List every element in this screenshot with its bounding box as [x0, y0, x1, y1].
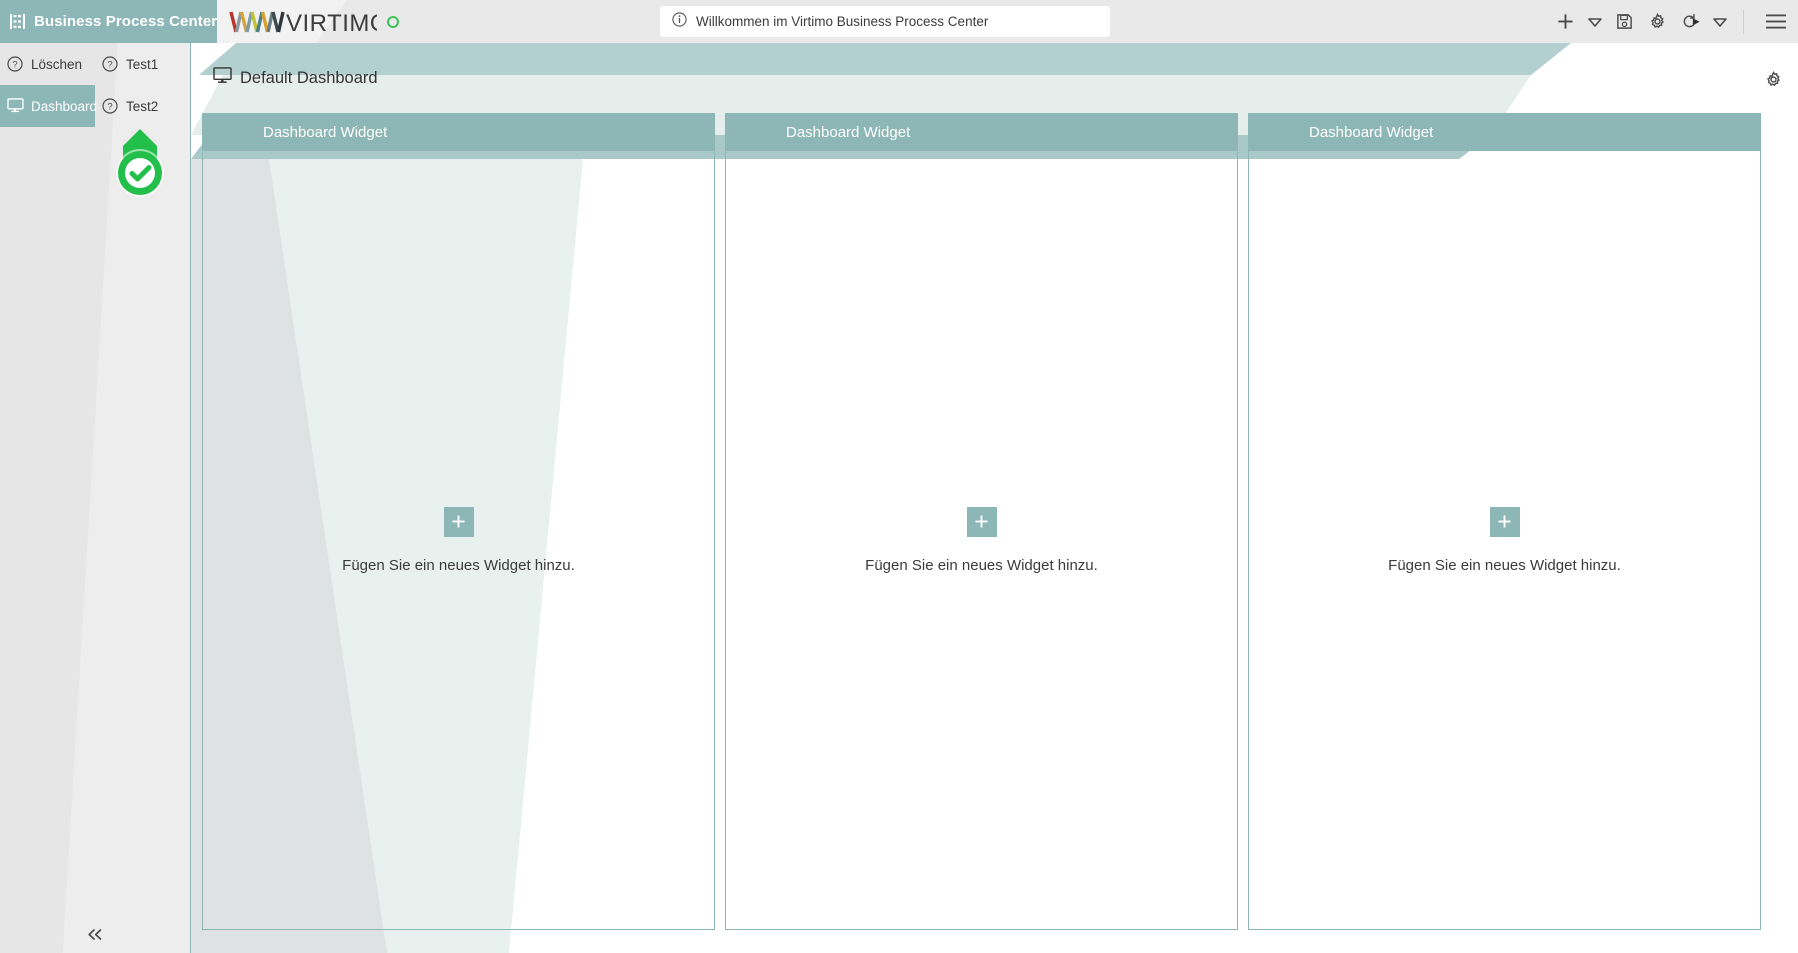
sidebar-collapse-button[interactable]	[0, 915, 190, 953]
dashboard-widget-panel: Dashboard Widget Fügen Sie ein neues Wid…	[1248, 113, 1761, 930]
sidebar-item-loeschen[interactable]: ? Löschen	[0, 43, 95, 85]
sidebar-nav-row: ? Löschen ? Test1	[0, 43, 190, 85]
plus-icon[interactable]	[1549, 0, 1582, 43]
sidebar-item-label: Test1	[126, 57, 158, 72]
add-widget-button[interactable]	[1490, 507, 1520, 537]
widget-header[interactable]: Dashboard Widget	[203, 113, 714, 151]
add-widget-hint: Fügen Sie ein neues Widget hinzu.	[865, 557, 1098, 574]
add-widget-button[interactable]	[444, 507, 474, 537]
plus-icon	[975, 515, 988, 528]
top-bar-right-area: VIRTIMO Willkommen im Virtimo Business P…	[217, 0, 1798, 43]
gear-icon	[1765, 71, 1782, 88]
plus-icon	[1498, 515, 1511, 528]
grid-icon	[10, 14, 25, 29]
dashboard-widget-panel: Dashboard Widget Fügen Sie ein neues Wid…	[725, 113, 1238, 930]
widget-title: Dashboard Widget	[263, 124, 387, 141]
svg-text:?: ?	[107, 102, 112, 113]
add-widget-hint: Fügen Sie ein neues Widget hinzu.	[1388, 557, 1621, 574]
sidebar-item-label: Dashboard	[31, 99, 97, 114]
welcome-info-box[interactable]: Willkommen im Virtimo Business Process C…	[660, 6, 1110, 37]
hamburger-menu-icon[interactable]	[1754, 0, 1798, 43]
widget-body: Fügen Sie ein neues Widget hinzu.	[726, 151, 1237, 929]
add-widget-button[interactable]	[967, 507, 997, 537]
brand-block[interactable]: Business Process Center	[0, 0, 217, 43]
sidebar-nav-row: Dashboard ? Test2	[0, 85, 190, 127]
sidebar: ? Löschen ? Test1	[0, 43, 190, 953]
svg-text:VIRTIMO: VIRTIMO	[286, 10, 377, 35]
chevron-down-icon[interactable]	[1707, 0, 1733, 43]
sidebar-nav: ? Löschen ? Test1	[0, 43, 190, 127]
application-window: Business Process Center	[0, 0, 1798, 953]
welcome-message: Willkommen im Virtimo Business Process C…	[696, 14, 988, 29]
widget-body: Fügen Sie ein neues Widget hinzu.	[203, 151, 714, 929]
info-circle-icon	[672, 12, 687, 32]
monitor-icon	[7, 98, 23, 114]
svg-text:?: ?	[107, 60, 112, 71]
gear-icon[interactable]	[1641, 0, 1674, 43]
question-circle-icon: ?	[102, 56, 118, 72]
sidebar-item-test1[interactable]: ? Test1	[95, 43, 190, 85]
chevron-down-icon[interactable]	[1582, 0, 1608, 43]
widget-header[interactable]: Dashboard Widget	[726, 113, 1237, 151]
plus-icon	[452, 515, 465, 528]
brand-label: Business Process Center	[34, 13, 217, 30]
virtimo-logo[interactable]: VIRTIMO	[229, 0, 399, 43]
sync-play-icon[interactable]	[1674, 0, 1707, 43]
question-circle-icon: ?	[7, 56, 23, 72]
widget-title: Dashboard Widget	[1309, 124, 1433, 141]
widget-header[interactable]: Dashboard Widget	[1249, 113, 1760, 151]
main-content: Default Dashboard Dashboard Widget	[190, 43, 1798, 953]
svg-text:?: ?	[12, 60, 17, 71]
widget-grid: Dashboard Widget Fügen Sie ein neues Wid…	[202, 113, 1790, 953]
add-widget-hint: Fügen Sie ein neues Widget hinzu.	[342, 557, 575, 574]
success-check-badge	[112, 127, 168, 199]
dashboard-settings-button[interactable]	[1761, 67, 1785, 91]
save-floppy-icon[interactable]	[1608, 0, 1641, 43]
sidebar-item-test2[interactable]: ? Test2	[95, 85, 190, 127]
question-circle-icon: ?	[102, 98, 118, 114]
sidebar-item-dashboard[interactable]: Dashboard	[0, 85, 95, 127]
virtimo-logo-mark: VIRTIMO	[229, 9, 377, 35]
top-bar-icon-group	[1549, 0, 1798, 43]
dashboard-widget-panel: Dashboard Widget Fügen Sie ein neues Wid…	[202, 113, 715, 930]
dashboard-title-bar: Default Dashboard	[191, 43, 1798, 113]
page-title: Default Dashboard	[240, 69, 378, 88]
monitor-icon	[213, 67, 232, 89]
chevron-double-left-icon	[87, 928, 103, 941]
top-bar: Business Process Center	[0, 0, 1798, 43]
sidebar-item-label: Löschen	[31, 57, 82, 72]
status-circle-icon	[387, 16, 399, 28]
sidebar-item-label: Test2	[126, 99, 158, 114]
widget-title: Dashboard Widget	[786, 124, 910, 141]
toolbar-divider	[1743, 10, 1744, 34]
widget-body: Fügen Sie ein neues Widget hinzu.	[1249, 151, 1760, 929]
